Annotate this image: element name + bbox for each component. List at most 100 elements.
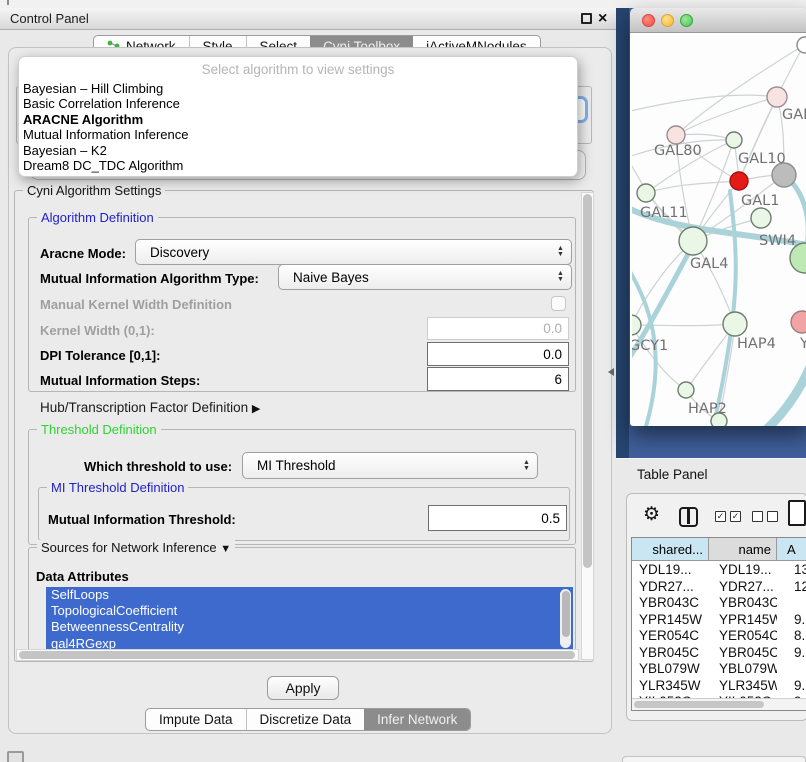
table-cell: YBR043C (709, 595, 777, 612)
column-header-third[interactable]: A (777, 538, 806, 560)
attributes-scrollbar-thumb[interactable] (562, 591, 570, 637)
table-cell: YBR045C (632, 645, 709, 662)
attributes-scrollbar[interactable] (560, 589, 571, 648)
table-horizontal-scrollbar-thumb[interactable] (634, 701, 764, 708)
split-pane-handle[interactable] (608, 368, 614, 376)
table-row[interactable]: YLR345WYLR345W9. (632, 678, 806, 695)
close-window-icon[interactable] (642, 14, 655, 27)
table-row[interactable]: YDR27...YDR27...12 (632, 579, 806, 596)
data-attributes-list: SelfLoopsTopologicalCoefficientBetweenne… (46, 587, 573, 652)
network-node[interactable] (637, 184, 655, 202)
network-node[interactable] (751, 208, 771, 228)
application-window: Control Panel × Network Style Select Cyn… (0, 0, 806, 762)
table-row[interactable]: YPR145WYPR145W9. (632, 612, 806, 629)
column-header-name[interactable]: name (709, 538, 777, 560)
network-node[interactable] (667, 126, 685, 144)
attribute-item[interactable]: TopologicalCoefficient (46, 603, 573, 619)
table-cell: YBL079W (709, 661, 777, 678)
table-cell: YPR145W (709, 612, 777, 629)
table-cell: YBL079W (632, 661, 709, 678)
algorithm-option[interactable]: Dream8 DC_TDC Algorithm (19, 158, 577, 173)
network-node[interactable] (791, 311, 806, 333)
table-panel-title: Table Panel (637, 467, 708, 482)
table-cell: 9. (777, 612, 806, 629)
settings-horizontal-scrollbar[interactable] (16, 649, 579, 661)
deselect-all-columns-icon[interactable] (752, 511, 778, 522)
algorithm-option[interactable]: ARACNE Algorithm (19, 112, 577, 127)
threshold-definition-title: Threshold Definition (37, 422, 161, 437)
mi-type-combobox[interactable]: Naive Bayes ▲▼ (278, 264, 572, 290)
network-canvas[interactable]: GALGAL80GAL10GAL1GAL11SWI4GAL4GCY1HAP4YH… (630, 33, 806, 426)
sources-collapse-toggle[interactable]: Sources for Network Inference ▼ (37, 540, 235, 555)
network-node[interactable] (679, 227, 707, 255)
top-tick (7, 0, 9, 5)
node-label: GAL11 (640, 205, 688, 221)
document-icon[interactable] (788, 500, 806, 526)
table-cell (777, 661, 806, 678)
node-table: shared... name A YDL19...YDL19...13YDR27… (631, 537, 806, 711)
columns-icon[interactable] (679, 507, 698, 527)
minimize-window-icon[interactable] (661, 14, 674, 27)
data-attributes-listbox[interactable]: SelfLoopsTopologicalCoefficientBetweenne… (46, 587, 573, 652)
table-cell: YDR27... (709, 579, 777, 596)
network-node[interactable] (678, 382, 694, 398)
network-node[interactable] (730, 172, 748, 190)
algorithm-option[interactable]: Mutual Information Inference (19, 127, 577, 142)
algorithm-dropdown-popup[interactable]: Select algorithm to view settings Bayesi… (18, 56, 578, 177)
node-label: HAP2 (688, 401, 727, 417)
dpi-tolerance-label: DPI Tolerance [0,1]: (40, 348, 160, 363)
cyni-algorithm-settings-title: Cyni Algorithm Settings (23, 183, 165, 198)
table-row[interactable]: YER054CYER054C8. (632, 628, 806, 645)
tab-infer-network[interactable]: Infer Network (364, 709, 470, 730)
algorithm-dropdown-placeholder: Select algorithm to view settings (19, 57, 577, 81)
table-cell: 9. (777, 678, 806, 695)
algorithm-option[interactable]: Basic Correlation Inference (19, 96, 577, 111)
mi-steps-field[interactable] (427, 367, 569, 391)
combo-spinner-icon: ▲▼ (553, 246, 571, 258)
table-cell: 9. (777, 645, 806, 662)
table-body: YDL19...YDL19...13YDR27...YDR27...12YBR0… (632, 562, 806, 698)
manual-kernel-checkbox[interactable] (551, 296, 566, 311)
gear-icon[interactable]: ⚙ (643, 503, 660, 526)
table-row[interactable]: YBR045CYBR045C9. (632, 645, 806, 662)
table-cell: YBR045C (709, 645, 777, 662)
collapsed-panel-icon[interactable] (7, 751, 24, 762)
settings-vertical-scrollbar[interactable] (581, 192, 594, 660)
select-all-columns-icon[interactable]: ✓ ✓ (715, 511, 741, 522)
float-panel-icon[interactable] (581, 13, 592, 24)
apply-button[interactable]: Apply (267, 676, 339, 700)
network-node[interactable] (767, 87, 787, 107)
attribute-item[interactable]: SelfLoops (46, 587, 573, 603)
network-node[interactable] (797, 37, 806, 53)
network-node[interactable] (723, 312, 747, 336)
network-node[interactable] (632, 315, 641, 335)
network-node[interactable] (726, 132, 742, 148)
column-header-shared-name[interactable]: shared... (632, 538, 709, 560)
tab-impute-data[interactable]: Impute Data (146, 709, 246, 730)
table-horizontal-scrollbar[interactable] (632, 698, 806, 710)
zoom-window-icon[interactable] (680, 14, 693, 27)
table-row[interactable]: YBL079WYBL079W (632, 661, 806, 678)
kernel-width-field[interactable] (427, 317, 569, 340)
attribute-item[interactable]: BetweennessCentrality (46, 619, 573, 635)
algorithm-option[interactable]: Bayesian – Hill Climbing (19, 81, 577, 96)
settings-vertical-scrollbar-thumb[interactable] (583, 194, 592, 568)
table-row[interactable]: YBR043CYBR043C (632, 595, 806, 612)
table-cell: YDL19... (632, 562, 709, 579)
top-strip (0, 0, 806, 8)
which-threshold-combobox[interactable]: MI Threshold ▲▼ (242, 452, 538, 479)
dpi-tolerance-field[interactable] (427, 342, 569, 366)
tab-discretize-data[interactable]: Discretize Data (246, 709, 365, 730)
expander-right-icon: ▶ (252, 403, 260, 415)
mi-threshold-field[interactable] (428, 505, 567, 531)
table-row[interactable]: YDL19...YDL19...13 (632, 562, 806, 579)
table-cell: YPR145W (632, 612, 709, 629)
hub-definition-expander[interactable]: Hub/Transcription Factor Definition ▶ (40, 400, 260, 415)
network-window-titlebar[interactable] (630, 8, 806, 33)
settings-horizontal-scrollbar-thumb[interactable] (19, 651, 575, 659)
aracne-mode-combobox[interactable]: Discovery ▲▼ (135, 239, 572, 265)
table-cell: 13 (777, 562, 806, 579)
algorithm-option[interactable]: Bayesian – K2 (19, 143, 577, 158)
close-panel-icon[interactable]: × (598, 8, 607, 29)
combo-spinner-icon: ▲▼ (553, 271, 571, 283)
